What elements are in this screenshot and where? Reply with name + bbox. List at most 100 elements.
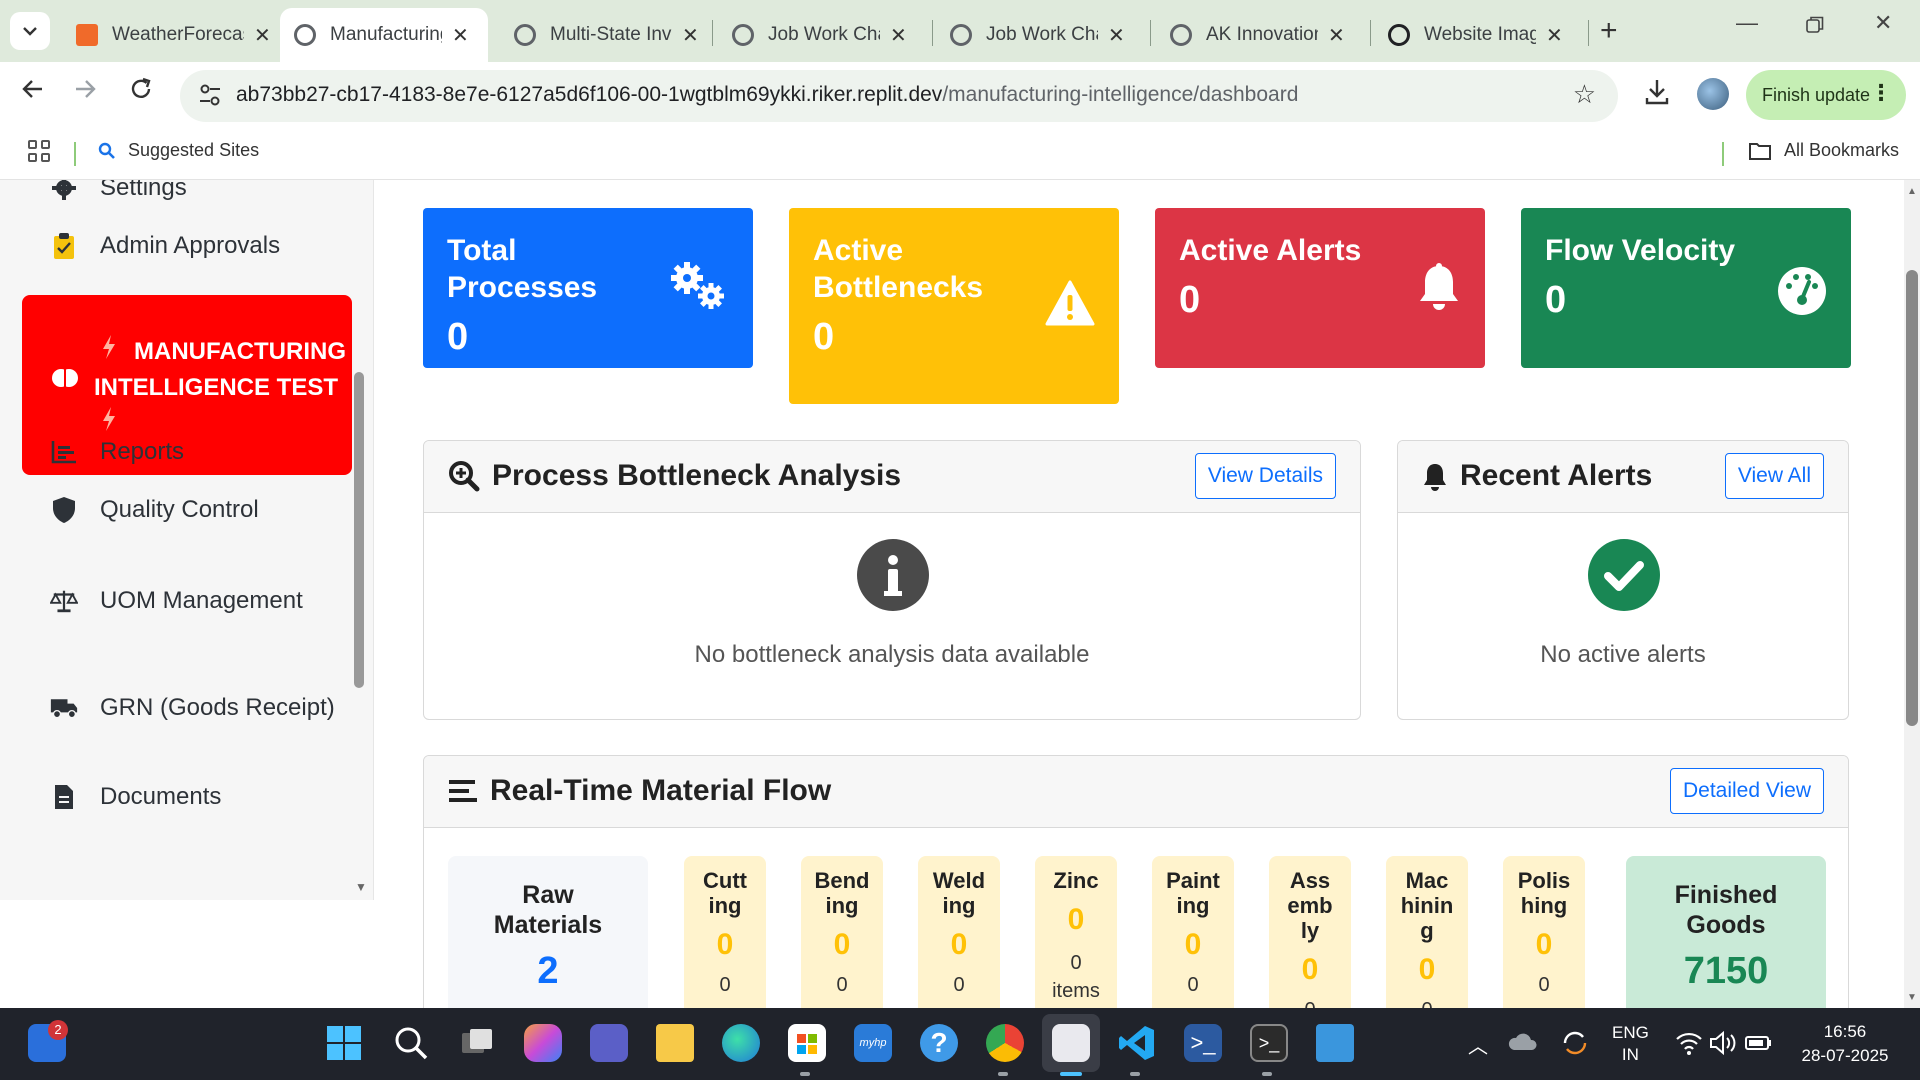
url-path: /manufacturing-intelligence/dashboard — [942, 83, 1299, 106]
flow-stage-zinc[interactable]: Zinc 0 0 items — [1035, 856, 1117, 1008]
page-scrollbar[interactable]: ▲ ▼ — [1904, 180, 1920, 1008]
sidebar-item-settings[interactable]: Settings — [50, 180, 187, 202]
sidebar-item-documents[interactable]: Documents — [50, 783, 221, 811]
flow-finished-goods[interactable]: Finished Goods 7150 — [1626, 856, 1826, 1008]
scroll-down-icon[interactable]: ▼ — [1907, 992, 1917, 1003]
close-icon[interactable]: ✕ — [1328, 23, 1345, 48]
clock[interactable]: 16:56 28-07-2025 — [1790, 1020, 1900, 1068]
tray-chevron-up-icon[interactable]: ︿ — [1468, 1030, 1488, 1059]
flow-stage-assembly[interactable]: Assembly 0 0 — [1269, 856, 1351, 1008]
sync-icon[interactable] — [1560, 1024, 1590, 1062]
region-code: IN — [1621, 1045, 1639, 1064]
view-all-button[interactable]: View All — [1724, 453, 1824, 499]
view-details-button[interactable]: View Details — [1194, 453, 1336, 499]
onedrive-cloud-icon[interactable] — [1508, 1024, 1538, 1062]
windows-start-icon[interactable] — [325, 1024, 363, 1062]
address-bar[interactable]: ab73bb27-cb17-4183-8e7e-6127a5d6f106-00-… — [180, 70, 1618, 122]
sidebar-item-quality-control[interactable]: Quality Control — [50, 496, 259, 524]
profile-avatar[interactable] — [1697, 78, 1729, 110]
task-view-icon[interactable] — [458, 1024, 496, 1062]
vscode-icon[interactable] — [1118, 1024, 1156, 1062]
page-scrollbar-thumb[interactable] — [1906, 270, 1918, 726]
reload-icon[interactable] — [128, 76, 154, 109]
tab-separator — [932, 20, 933, 46]
site-settings-icon[interactable] — [198, 82, 222, 108]
search-icon[interactable] — [392, 1024, 430, 1062]
truck-icon — [50, 696, 78, 720]
browser-tab-strip: WeatherForecast ✕ Manufacturing Intellig… — [0, 0, 1920, 62]
flow-stage-cutting[interactable]: Cutting 0 0 — [684, 856, 766, 1008]
all-bookmarks-button[interactable]: All Bookmarks — [1748, 140, 1899, 161]
flow-stage-value: 0 — [716, 928, 734, 961]
browser-tab-4[interactable]: Job Work Challan ✕ — [936, 8, 1139, 62]
flow-stage-welding[interactable]: Welding 0 0 — [918, 856, 1000, 1008]
globe-icon — [294, 24, 316, 46]
close-icon[interactable]: ✕ — [254, 23, 271, 48]
edge-icon[interactable] — [722, 1024, 760, 1062]
teams-icon[interactable] — [590, 1024, 628, 1062]
flow-stage-value: 0 — [1184, 928, 1202, 961]
wifi-icon[interactable] — [1674, 1024, 1704, 1062]
flow-stage-polishing[interactable]: Polishing 0 0 — [1503, 856, 1585, 1008]
close-icon[interactable]: ✕ — [1108, 23, 1125, 48]
language-indicator[interactable]: ENG IN — [1612, 1022, 1649, 1066]
scroll-up-icon[interactable]: ▲ — [1907, 186, 1917, 197]
browser-tab-1-active[interactable]: Manufacturing Intelligence ✕ — [280, 8, 488, 62]
flow-stage-bending[interactable]: Bending 0 0 — [801, 856, 883, 1008]
flow-stage-label: Welding — [932, 868, 986, 918]
tab-search-button[interactable] — [10, 12, 50, 50]
sidebar-scroll-down-icon[interactable]: ▼ — [355, 880, 367, 894]
sidebar-item-admin-approvals[interactable]: Admin Approvals — [50, 232, 280, 260]
minimize-icon[interactable]: — — [1736, 10, 1758, 36]
copilot-icon[interactable] — [524, 1024, 562, 1062]
back-arrow-icon[interactable] — [20, 76, 46, 109]
microsoft-store-icon[interactable] — [788, 1024, 826, 1062]
finish-update-button[interactable]: Finish update ⋮ — [1746, 70, 1906, 120]
browser-tab-0[interactable]: WeatherForecast ✕ — [62, 8, 285, 62]
restore-icon[interactable] — [1806, 14, 1824, 40]
download-icon[interactable] — [1644, 78, 1670, 106]
battery-icon[interactable] — [1744, 1024, 1774, 1062]
notepad-icon[interactable] — [1316, 1024, 1354, 1062]
forward-arrow-icon[interactable] — [72, 76, 98, 109]
file-explorer-icon[interactable] — [656, 1024, 694, 1062]
sidebar-item-reports[interactable]: Reports — [50, 438, 184, 466]
search-plus-icon — [449, 461, 480, 492]
powershell-icon[interactable]: >_ — [1184, 1024, 1222, 1062]
snipping-tool-icon[interactable] — [1052, 1024, 1090, 1062]
flow-stage-machining[interactable]: Machining 0 0 — [1386, 856, 1468, 1008]
flow-stage-painting[interactable]: Painting 0 0 — [1152, 856, 1234, 1008]
clock-time: 16:56 — [1823, 1022, 1867, 1041]
help-icon[interactable]: ? — [920, 1024, 958, 1062]
globe-icon — [950, 24, 972, 46]
sidebar-scrollbar[interactable] — [354, 372, 364, 688]
tab-separator — [1370, 20, 1371, 46]
close-icon[interactable]: ✕ — [1546, 23, 1563, 48]
detailed-view-button[interactable]: Detailed View — [1669, 768, 1824, 814]
sidebar-item-grn[interactable]: GRN (Goods Receipt) — [50, 694, 335, 722]
myhp-icon[interactable]: myhp — [854, 1024, 892, 1062]
browser-tab-6[interactable]: Website Image ✕ — [1374, 8, 1577, 62]
running-indicator — [998, 1072, 1008, 1076]
close-icon[interactable]: ✕ — [682, 23, 699, 48]
close-window-icon[interactable]: ✕ — [1874, 10, 1892, 36]
bookmark-star-icon[interactable]: ☆ — [1573, 79, 1596, 110]
flow-stage-items: 0 items — [1052, 952, 1100, 1002]
flow-raw-materials[interactable]: Raw Materials 2 — [448, 856, 648, 1008]
close-icon[interactable]: ✕ — [452, 23, 469, 48]
browser-tab-5[interactable]: AK Innovations ✕ — [1156, 8, 1359, 62]
apps-grid-icon[interactable] — [28, 140, 50, 162]
new-tab-plus-icon[interactable]: + — [1600, 14, 1618, 48]
brain-icon — [52, 369, 78, 387]
url-host: ab73bb27-cb17-4183-8e7e-6127a5d6f106-00-… — [236, 83, 943, 106]
flow-stage-label: Cutting — [703, 868, 747, 918]
bookmark-suggested-sites[interactable]: Suggested Sites — [98, 140, 259, 161]
chrome-icon[interactable] — [986, 1024, 1024, 1062]
more-vertical-icon[interactable]: ⋮ — [1870, 80, 1892, 106]
sidebar-item-uom-management[interactable]: UOM Management — [50, 587, 303, 615]
close-icon[interactable]: ✕ — [890, 23, 907, 48]
terminal-icon[interactable]: >_ — [1250, 1024, 1288, 1062]
browser-tab-3[interactable]: Job Work Challan ✕ — [718, 8, 921, 62]
browser-tab-2[interactable]: Multi-State Inventory ✕ — [500, 8, 713, 62]
volume-icon[interactable] — [1708, 1024, 1738, 1062]
